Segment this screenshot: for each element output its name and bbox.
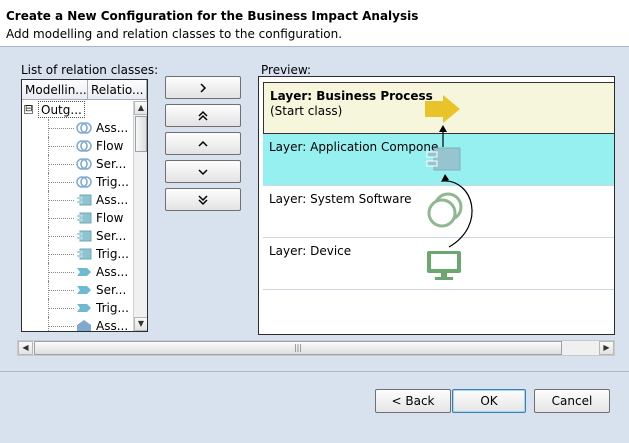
component-icon (76, 230, 92, 242)
tree-guide-line (48, 218, 74, 219)
tree-guide-line (48, 146, 74, 147)
preview-diagram (425, 95, 473, 280)
tree-guide-line (48, 317, 49, 331)
circles-icon (76, 140, 92, 152)
tree-row-label: Ass... (96, 193, 129, 207)
tree-guide-line (48, 308, 74, 309)
tree-row[interactable]: Trig... (22, 173, 133, 191)
component-icon (76, 212, 92, 224)
chevron-up-icon (198, 140, 208, 147)
circles-icon (76, 176, 92, 188)
tree-vertical-scrollbar[interactable]: ▲ ▼ (133, 101, 147, 331)
tree-row-label: Trig... (96, 175, 129, 189)
tree-row[interactable]: Trig... (22, 299, 133, 317)
double-chevron-down-icon (198, 195, 208, 206)
device-icon (427, 251, 461, 280)
house-icon (77, 320, 91, 331)
move-up-button[interactable] (165, 132, 241, 155)
scroll-down-icon[interactable]: ▼ (134, 317, 147, 331)
preview-panel: Layer: Business Process (Start class) La… (258, 76, 615, 335)
tree-row[interactable]: Ass... (22, 119, 133, 137)
tree-row-label: Ser... (96, 157, 127, 171)
tree-guide-line (48, 290, 74, 291)
tree-row[interactable]: Ser... (22, 227, 133, 245)
tree-row[interactable]: Flow (22, 137, 133, 155)
scroll-thumb[interactable]: ||| (34, 341, 562, 355)
collapse-icon[interactable]: ⊟ (24, 105, 33, 114)
tree-row-label: Ass... (96, 121, 129, 135)
footer-separator (0, 371, 629, 372)
tag-icon (77, 268, 91, 276)
tree-guide-line (48, 128, 74, 129)
tree-row-label: Flow (96, 139, 124, 153)
column-header-modelling[interactable]: Modellin... (22, 80, 88, 100)
move-to-top-button[interactable] (165, 104, 241, 127)
tree-row-label: Trig... (96, 247, 129, 261)
tree-row-label: Ass... (96, 319, 129, 332)
tree-row-label: Flow (96, 211, 124, 225)
double-chevron-up-icon (198, 110, 208, 121)
system-software-icon (427, 192, 463, 228)
tree-row[interactable]: Ser... (22, 155, 133, 173)
tree-row-label: Ser... (96, 283, 127, 297)
scroll-thumb[interactable] (135, 116, 147, 152)
scroll-right-icon[interactable]: ▶ (599, 341, 614, 355)
dialog-title: Create a New Configuration for the Busin… (6, 9, 419, 23)
component-icon (76, 194, 92, 206)
process-arrow-icon (425, 95, 460, 123)
component-icon (76, 248, 92, 260)
tree-row-label: Ass... (96, 265, 129, 279)
tree-header: Modellin... Relatio... (22, 80, 147, 100)
tree-root-label: Outg... (38, 101, 85, 118)
tree-guide-line (48, 200, 74, 201)
back-button[interactable]: < Back (375, 389, 451, 413)
tree-guide-line (48, 254, 74, 255)
scroll-left-icon[interactable]: ◀ (18, 341, 33, 355)
circles-icon (76, 122, 92, 134)
scroll-up-icon[interactable]: ▲ (134, 101, 147, 115)
tree-guide-line (48, 272, 74, 273)
ok-button[interactable]: OK (452, 389, 526, 413)
tree-row[interactable]: Flow (22, 209, 133, 227)
cancel-button[interactable]: Cancel (534, 389, 610, 413)
add-class-button[interactable] (165, 76, 241, 99)
move-down-button[interactable] (165, 160, 241, 183)
chevron-down-icon (198, 169, 208, 176)
tree-guide-line (48, 182, 74, 183)
tag-icon (77, 304, 91, 312)
dialog-header: Create a New Configuration for the Busin… (0, 0, 629, 47)
tree-row[interactable]: Ass... (22, 263, 133, 281)
dialog-description: Add modelling and relation classes to th… (6, 27, 343, 41)
relation-classes-label: List of relation classes: (21, 63, 159, 77)
application-component-icon (426, 147, 461, 171)
tree-rows: ⊟ Outg... Ass... Flow Ser... Trig... Ass... F… (22, 101, 133, 332)
tree-row[interactable]: Ass... (22, 317, 133, 332)
tree-guide-line (48, 164, 74, 165)
tree-row-label: Ser... (96, 229, 127, 243)
preview-label: Preview: (261, 63, 312, 77)
tree-row[interactable]: Ass... (22, 191, 133, 209)
tree-guide-line (48, 236, 74, 237)
tag-icon (77, 286, 91, 294)
move-to-bottom-button[interactable] (165, 188, 241, 211)
tree-row-label: Trig... (96, 301, 129, 315)
circles-icon (76, 158, 92, 170)
horizontal-scrollbar[interactable]: ◀ ||| ▶ (17, 340, 615, 356)
arrowhead-icon (439, 125, 447, 132)
column-header-relation[interactable]: Relatio... (88, 80, 147, 100)
tree-row[interactable]: Trig... (22, 245, 133, 263)
chevron-right-icon (200, 83, 207, 93)
relation-classes-tree[interactable]: Modellin... Relatio... ⊟ Outg... Ass... F… (21, 79, 148, 332)
tree-root-row[interactable]: ⊟ Outg... (22, 101, 133, 119)
tree-row[interactable]: Ser... (22, 281, 133, 299)
tree-guide-line (48, 326, 74, 327)
